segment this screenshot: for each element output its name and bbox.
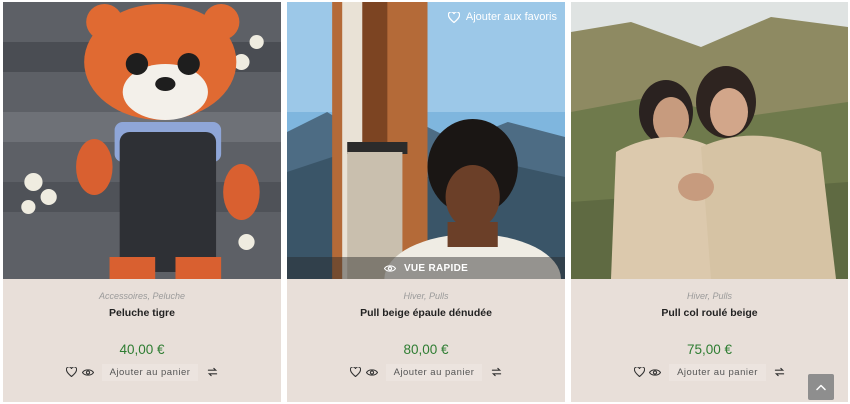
add-to-cart-button[interactable]: Ajouter au panier xyxy=(385,363,483,381)
compare-arrows-icon[interactable] xyxy=(488,365,504,379)
compare-arrows-icon[interactable] xyxy=(772,365,788,379)
category-link[interactable]: Pulls xyxy=(429,291,449,301)
chevron-up-icon xyxy=(816,378,826,396)
heart-icon[interactable] xyxy=(64,365,80,379)
quick-view-button[interactable]: VUE RAPIDE xyxy=(287,257,565,279)
eye-icon[interactable] xyxy=(647,365,663,379)
heart-icon[interactable] xyxy=(348,365,364,379)
add-to-favorites-label: Ajouter aux favoris xyxy=(465,11,557,23)
product-card: Accessoires, Peluche Peluche tigre 40,00… xyxy=(3,2,281,402)
product-grid: Accessoires, Peluche Peluche tigre 40,00… xyxy=(0,0,850,404)
product-price: 75,00 € xyxy=(686,342,733,357)
category-link[interactable]: Peluche xyxy=(153,291,186,301)
product-categories: Hiver, Pulls xyxy=(571,291,848,303)
product-info: Hiver, Pulls Pull col roulé beige 75,00 … xyxy=(571,291,848,381)
scroll-to-top-button[interactable] xyxy=(808,374,834,400)
product-actions: Ajouter au panier xyxy=(571,363,848,381)
product-price: 80,00 € xyxy=(403,342,449,357)
product-card: Ajouter aux favoris VUE RAPIDE Hiver, Pu… xyxy=(287,2,565,402)
product-categories: Accessoires, Peluche xyxy=(3,291,281,303)
product-actions: Ajouter au panier xyxy=(287,363,565,381)
heart-icon[interactable] xyxy=(631,365,647,379)
product-info: Hiver, Pulls Pull beige épaule dénudée 8… xyxy=(287,291,565,381)
category-link[interactable]: Pulls xyxy=(713,291,733,301)
quick-view-label: VUE RAPIDE xyxy=(403,262,469,274)
eye-icon[interactable] xyxy=(364,365,380,379)
category-link[interactable]: Hiver xyxy=(687,291,708,301)
eye-icon[interactable] xyxy=(80,365,96,379)
product-card: Hiver, Pulls Pull col roulé beige 75,00 … xyxy=(571,2,848,402)
product-title[interactable]: Pull beige épaule dénudée xyxy=(287,307,565,321)
product-image-turtleneck-sweater[interactable] xyxy=(571,2,848,279)
eye-icon xyxy=(383,264,396,273)
add-to-favorites[interactable]: Ajouter aux favoris xyxy=(447,11,557,23)
product-title[interactable]: Peluche tigre xyxy=(3,307,281,321)
product-actions: Ajouter au panier xyxy=(3,363,281,381)
add-to-cart-button[interactable]: Ajouter au panier xyxy=(101,363,199,381)
heart-icon xyxy=(447,11,460,23)
add-to-cart-button[interactable]: Ajouter au panier xyxy=(669,363,766,381)
product-info: Accessoires, Peluche Peluche tigre 40,00… xyxy=(3,291,281,381)
product-title[interactable]: Pull col roulé beige xyxy=(571,307,848,321)
product-categories: Hiver, Pulls xyxy=(287,291,565,303)
category-link[interactable]: Accessoires xyxy=(99,291,148,301)
compare-arrows-icon[interactable] xyxy=(204,365,220,379)
product-price: 40,00 € xyxy=(119,342,165,357)
product-image-off-shoulder-sweater[interactable]: Ajouter aux favoris VUE RAPIDE xyxy=(287,2,565,279)
category-link[interactable]: Hiver xyxy=(403,291,424,301)
product-image-tiger-plush[interactable] xyxy=(3,2,281,279)
